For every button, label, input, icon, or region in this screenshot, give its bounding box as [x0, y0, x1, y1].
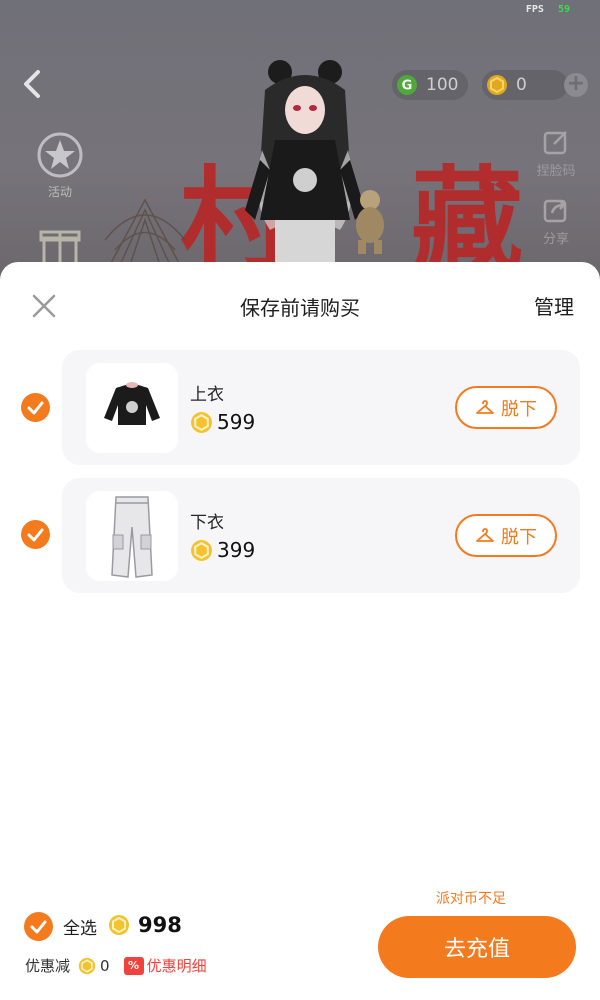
checkmark-icon: [27, 401, 44, 415]
sketch-decoration: [104, 198, 186, 266]
hanger-icon: [476, 399, 494, 414]
gift-box-icon: [39, 230, 81, 266]
activity-label: 活动: [47, 185, 72, 199]
gold-coin-icon: [78, 957, 96, 974]
gold-coin-icon: [109, 915, 129, 935]
toy-decoration: [356, 190, 384, 254]
take-off-button[interactable]: 脱下: [455, 514, 557, 557]
take-off-button[interactable]: 脱下: [455, 386, 557, 429]
select-all-checkbox[interactable]: [24, 912, 53, 941]
manage-button[interactable]: 管理: [534, 291, 574, 320]
green-currency-display[interactable]: G 100: [392, 70, 468, 100]
star-badge-icon: [37, 132, 83, 178]
item-price-value: 599: [217, 410, 256, 434]
item-price: 399: [190, 538, 255, 562]
purchase-sheet: 保存前请购买 管理 上衣 599 脱下 下衣 399 脱下: [0, 262, 600, 1000]
white-cargo-pants-icon: [111, 496, 153, 578]
sheet-title: 保存前请购买: [240, 296, 360, 320]
discount-amount: 0: [100, 956, 110, 975]
checkmark-icon: [27, 528, 44, 542]
item-price: 599: [190, 410, 255, 434]
green-g-coin-icon: G: [397, 75, 417, 95]
item-name: 下衣: [190, 513, 224, 533]
cart-item-bottom[interactable]: 下衣 399 脱下: [62, 478, 580, 593]
item-thumbnail: [86, 363, 178, 453]
item-price-value: 399: [217, 538, 256, 562]
activity-button[interactable]: 活动: [30, 130, 90, 200]
select-all-toggle[interactable]: 全选: [24, 912, 97, 941]
fps-label: FPS: [525, 4, 544, 15]
svg-text:G: G: [402, 79, 413, 94]
percent-badge-icon: %: [123, 956, 144, 975]
total-price-value: 998: [138, 913, 182, 937]
gold-coin-icon: [191, 539, 212, 561]
discount-detail-label: 优惠明细: [146, 957, 207, 975]
item-thumbnail: [86, 491, 178, 581]
discount-detail-link[interactable]: % 优惠明细: [123, 955, 207, 976]
gold-coin-icon: [487, 75, 507, 95]
back-arrow-icon[interactable]: [18, 66, 46, 102]
discount-row: 优惠减 0 % 优惠明细: [25, 955, 207, 976]
item-checkbox-top[interactable]: [21, 393, 50, 422]
gold-currency-value: 0: [516, 75, 527, 95]
gold-coin-icon: [191, 411, 212, 433]
edit-icon: [543, 131, 567, 155]
face-code-label: 捏脸码: [536, 164, 576, 179]
insufficient-balance-notice: 派对币不足: [436, 891, 506, 907]
fps-counter: FPS 59: [526, 4, 570, 15]
green-currency-value: 100: [426, 75, 459, 95]
take-off-label: 脱下: [501, 526, 537, 548]
take-off-label: 脱下: [501, 398, 537, 420]
game-scene-background: FPS 59 村 藏 G 100 0 + 活动 捏脸码 分享: [0, 0, 600, 280]
share-label: 分享: [542, 232, 569, 247]
discount-label: 优惠减: [25, 957, 71, 975]
hanger-icon: [476, 527, 494, 542]
share-icon: [543, 199, 567, 223]
fps-value: 59: [557, 4, 570, 15]
cart-item-top[interactable]: 上衣 599 脱下: [62, 350, 580, 465]
add-currency-button[interactable]: +: [564, 73, 588, 97]
share-button[interactable]: 分享: [526, 196, 586, 247]
select-all-label: 全选: [63, 919, 97, 939]
face-code-button[interactable]: 捏脸码: [526, 128, 586, 179]
checkmark-icon: [30, 920, 47, 934]
item-name: 上衣: [190, 385, 224, 405]
black-jacket-icon: [104, 382, 160, 425]
gold-currency-display[interactable]: 0: [482, 70, 568, 100]
total-price: 998: [108, 913, 182, 937]
item-checkbox-bottom[interactable]: [21, 520, 50, 549]
recharge-button[interactable]: 去充值: [378, 916, 576, 978]
